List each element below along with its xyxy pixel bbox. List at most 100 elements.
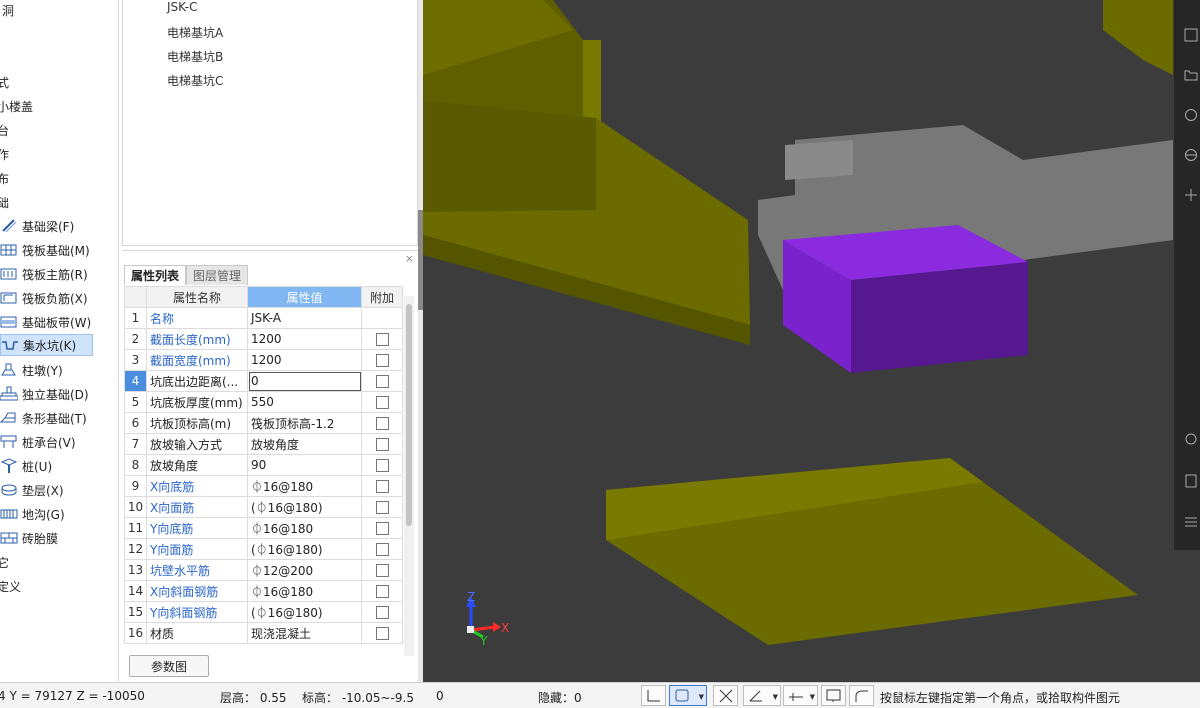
property-row[interactable]: 16 材质 现浇混凝土 bbox=[124, 622, 403, 644]
property-value[interactable]: 放坡角度 bbox=[247, 433, 362, 455]
property-value[interactable]: ⏀16@180 bbox=[247, 580, 362, 602]
property-value[interactable]: ⏀12@200 bbox=[247, 559, 362, 581]
property-value[interactable]: (⏀16@180) bbox=[247, 496, 362, 518]
tab-property-list[interactable]: 属性列表 bbox=[124, 265, 187, 285]
property-row[interactable]: 6 坑板顶标高(m) 筏板顶标高-1.2 bbox=[124, 412, 403, 434]
extra-checkbox[interactable] bbox=[375, 417, 389, 430]
component-item-elevator-pit-b[interactable]: 电梯基坑B bbox=[167, 48, 223, 65]
arc-button[interactable] bbox=[849, 685, 874, 706]
property-extra bbox=[361, 454, 403, 476]
property-value[interactable]: 筏板顶标高-1.2 bbox=[247, 412, 362, 434]
property-row[interactable]: 1 名称 JSK-A bbox=[124, 307, 403, 329]
property-row[interactable]: 10 X向面筋 (⏀16@180) bbox=[124, 496, 403, 518]
orthogonal-button[interactable] bbox=[641, 685, 666, 706]
property-row[interactable]: 13 坑壁水平筋 ⏀12@200 bbox=[124, 559, 403, 581]
property-row[interactable]: 2 截面长度(mm) 1200 bbox=[124, 328, 403, 350]
nav-cut-label[interactable]: 式 bbox=[0, 74, 9, 91]
property-value[interactable]: 1200 bbox=[247, 328, 362, 350]
nav-cut-label[interactable]: 础 bbox=[0, 194, 9, 211]
nav-item-trench[interactable]: 地沟(G) bbox=[0, 503, 118, 525]
nav-cut-label[interactable]: 洞 bbox=[2, 2, 14, 19]
dynamic-input-button[interactable] bbox=[821, 685, 846, 706]
nav-item-isolated-footing[interactable]: 独立基础(D) bbox=[0, 383, 118, 405]
property-row[interactable]: 8 放坡角度 90 bbox=[124, 454, 403, 476]
parameter-diagram-button[interactable]: 参数图 bbox=[129, 655, 209, 677]
nav-cut-label[interactable]: 作 bbox=[0, 146, 9, 163]
property-row[interactable]: 5 坑底板厚度(mm) 550 bbox=[124, 391, 403, 413]
view-cube-icon[interactable] bbox=[1184, 28, 1198, 42]
nav-item-raft-foundation[interactable]: 筏板基础(M) bbox=[0, 239, 118, 261]
component-item-jsk-c[interactable]: JSK-C bbox=[167, 0, 197, 14]
component-item-elevator-pit-c[interactable]: 电梯基坑C bbox=[167, 72, 223, 89]
property-value[interactable]: JSK-A bbox=[247, 307, 362, 329]
nav-cut-label[interactable]: 布 bbox=[0, 170, 9, 187]
nav-cut-label[interactable]: 定义 bbox=[0, 578, 21, 595]
cross-snap-button[interactable] bbox=[713, 685, 738, 706]
component-item-elevator-pit-a[interactable]: 电梯基坑A bbox=[167, 24, 223, 41]
nav-cut-label[interactable]: 它 bbox=[0, 554, 9, 571]
nav-item-cushion-layer[interactable]: 垫层(X) bbox=[0, 479, 118, 501]
orbit-icon[interactable] bbox=[1184, 148, 1198, 162]
property-value[interactable]: ⏀16@180 bbox=[247, 517, 362, 539]
nav-cut-label[interactable]: 小楼盖 bbox=[0, 98, 33, 115]
extra-checkbox[interactable] bbox=[375, 375, 389, 388]
nav-item-pile-cap[interactable]: 桩承台(V) bbox=[0, 431, 118, 453]
nav-item-raft-main-rebar[interactable]: 筏板主筋(R) bbox=[0, 263, 118, 285]
nav-item-brick-membrane[interactable]: 砖胎膜 bbox=[0, 527, 118, 549]
header-extra: 附加 bbox=[361, 286, 403, 308]
extra-checkbox[interactable] bbox=[375, 354, 389, 367]
extra-checkbox[interactable] bbox=[375, 585, 389, 598]
property-value[interactable]: 0 bbox=[247, 370, 362, 392]
property-row[interactable]: 3 截面宽度(mm) 1200 bbox=[124, 349, 403, 371]
extra-checkbox[interactable] bbox=[375, 564, 389, 577]
snap-object-button[interactable]: ▼ bbox=[669, 685, 707, 706]
axis-z-label: Z bbox=[467, 590, 475, 604]
property-row[interactable]: 9 X向底筋 ⏀16@180 bbox=[124, 475, 403, 497]
nav-item-sump-pit[interactable]: 集水坑(K) bbox=[0, 334, 93, 356]
nav-item-pile[interactable]: 桩(U) bbox=[0, 455, 118, 477]
property-value[interactable]: 90 bbox=[247, 454, 362, 476]
tab-layer-management[interactable]: 图层管理 bbox=[186, 265, 249, 285]
3d-viewport[interactable]: Z X Y bbox=[423, 0, 1200, 682]
property-row[interactable]: 4 坑底出边距离(... 0 bbox=[124, 370, 403, 392]
property-row[interactable]: 12 Y向面筋 (⏀16@180) bbox=[124, 538, 403, 560]
property-row[interactable]: 11 Y向底筋 ⏀16@180 bbox=[124, 517, 403, 539]
extra-checkbox[interactable] bbox=[375, 501, 389, 514]
property-scrollbar[interactable] bbox=[404, 296, 414, 656]
nav-item-raft-negative-rebar[interactable]: 筏板负筋(X) bbox=[0, 287, 118, 309]
document-icon[interactable] bbox=[1184, 474, 1198, 488]
nav-item-foundation-strip[interactable]: 基础板带(W) bbox=[0, 311, 118, 333]
extra-checkbox[interactable] bbox=[375, 459, 389, 472]
menu-icon[interactable] bbox=[1184, 515, 1198, 529]
folder-icon[interactable] bbox=[1184, 68, 1198, 82]
property-row[interactable]: 14 X向斜面钢筋 ⏀16@180 bbox=[124, 580, 403, 602]
property-value[interactable]: (⏀16@180) bbox=[247, 601, 362, 623]
extra-checkbox[interactable] bbox=[375, 606, 389, 619]
settings-icon[interactable] bbox=[1184, 432, 1198, 446]
close-icon[interactable]: × bbox=[405, 252, 414, 265]
extra-checkbox[interactable] bbox=[375, 480, 389, 493]
property-value[interactable]: (⏀16@180) bbox=[247, 538, 362, 560]
extra-checkbox[interactable] bbox=[375, 396, 389, 409]
extra-checkbox[interactable] bbox=[375, 627, 389, 640]
property-row[interactable]: 15 Y向斜面钢筋 (⏀16@180) bbox=[124, 601, 403, 623]
rotate-icon[interactable] bbox=[1184, 108, 1198, 122]
angle-button[interactable]: ▼ bbox=[743, 685, 781, 706]
extra-checkbox[interactable] bbox=[375, 333, 389, 346]
property-row[interactable]: 7 放坡输入方式 放坡角度 bbox=[124, 433, 403, 455]
extra-checkbox[interactable] bbox=[375, 543, 389, 556]
nav-item-column-pier[interactable]: 柱墩(Y) bbox=[0, 359, 118, 381]
property-value[interactable]: 现浇混凝土 bbox=[247, 622, 362, 644]
scrollbar-thumb[interactable] bbox=[406, 304, 412, 526]
property-value[interactable]: ⏀16@180 bbox=[247, 475, 362, 497]
nav-cut-label[interactable]: 台 bbox=[0, 122, 9, 139]
extra-checkbox[interactable] bbox=[375, 522, 389, 535]
nav-item-foundation-beam[interactable]: 基础梁(F) bbox=[0, 215, 118, 237]
property-value[interactable]: 550 bbox=[247, 391, 362, 413]
nav-item-strip-footing[interactable]: 条形基础(T) bbox=[0, 407, 118, 429]
property-name: X向底筋 bbox=[146, 475, 248, 497]
offset-button[interactable]: ▼ bbox=[783, 685, 818, 706]
extra-checkbox[interactable] bbox=[375, 438, 389, 451]
property-value[interactable]: 1200 bbox=[247, 349, 362, 371]
pan-icon[interactable] bbox=[1184, 188, 1198, 202]
